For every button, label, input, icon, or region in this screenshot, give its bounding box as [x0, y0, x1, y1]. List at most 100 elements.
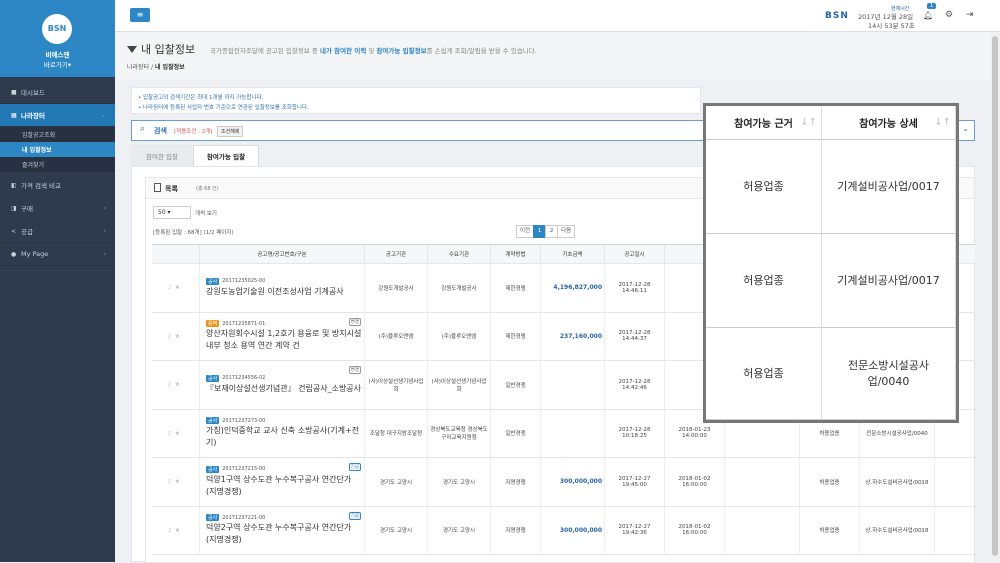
- table-row[interactable]: ♪★ 공사 20171237221-00 긴급덕양2구역 상수도관 누수복구공사 연간…: [152, 506, 975, 555]
- bid-meta: 공사 20171237273-00: [206, 417, 266, 425]
- close-datetime: 2018-01-02 16:00:00: [665, 506, 725, 554]
- bid-title[interactable]: 가칭)인덕중학교 교사 신축 소방공사(기계+전기): [206, 425, 362, 449]
- bid-title-cell[interactable]: 공사 20171237221-00 긴급덕양2구역 상수도관 누수복구공사 연간단가…: [200, 506, 365, 554]
- search-reset-button[interactable]: 조건해제: [217, 126, 244, 137]
- column-header[interactable]: 공고기관: [365, 245, 428, 263]
- eligibility-detail: 상.하수도설비공사업/0018: [860, 506, 935, 554]
- bell-icon[interactable]: ♪: [168, 478, 175, 485]
- star-icon[interactable]: ★: [175, 381, 183, 388]
- page-scrollbar[interactable]: [990, 32, 1000, 562]
- sidebar-item-label: My Page: [21, 250, 49, 258]
- sidebar-subitem-favorites[interactable]: 즐겨찾기: [0, 157, 115, 172]
- issuing-org: (사)이상설선생기념사업회: [365, 361, 428, 409]
- column-header[interactable]: 공고명/공고번호/구분: [200, 245, 365, 263]
- bid-title[interactable]: 강원도농업기술원 이전조성사업 기계공사: [206, 286, 344, 298]
- breadcrumb-root[interactable]: 나라장터: [127, 64, 149, 71]
- bid-meta: 공사 20171234556-02: [206, 374, 265, 382]
- bid-title-cell[interactable]: 공사 20171237273-00 가칭)인덕중학교 교사 신축 소방공사(기계+전…: [200, 409, 365, 457]
- bid-status-badge: 긴급: [348, 511, 361, 520]
- star-icon[interactable]: ★: [175, 527, 183, 534]
- bell-icon[interactable]: ♪: [168, 430, 175, 437]
- star-icon[interactable]: ★: [175, 333, 183, 340]
- star-icon[interactable]: ★: [175, 430, 183, 437]
- menu-toggle-button[interactable]: ≡: [130, 8, 150, 22]
- sidebar-item-label: 구매: [21, 205, 33, 213]
- bid-title[interactable]: 덕양2구역 상수도관 누수복구공사 연간단가 (지명경쟁): [206, 522, 362, 546]
- star-icon[interactable]: ★: [175, 284, 183, 291]
- sidebar-item-label: 공급: [21, 228, 33, 236]
- sidebar-item-supply[interactable]: < 공급 ‹: [0, 220, 115, 243]
- sidebar-item-purchase[interactable]: ◨ 구매 ‹: [0, 197, 115, 220]
- issuing-org: 경기도 고양시: [365, 458, 428, 506]
- base-amount: [541, 409, 605, 457]
- demand-org: 경상북도교육청 경상북도구미교육지원청: [428, 409, 491, 457]
- bid-title-cell[interactable]: 공사 20171235025-00 강원도농업기술원 이전조성사업 기계공사: [200, 264, 365, 312]
- sidebar-subitem-my-bids[interactable]: 내 입찰정보: [0, 142, 115, 157]
- row-actions: ♪★: [152, 506, 200, 554]
- close-datetime: 2018-01-02 16:00:00: [665, 458, 725, 506]
- overlay-cell-detail: 기계설비공사업/0017: [822, 140, 956, 234]
- filter-icon: [127, 45, 137, 53]
- bid-title-cell[interactable]: 용역 20171235871-01 변경 양산자원회수시설 1,2호기 용융로 및 방…: [200, 312, 365, 360]
- column-header[interactable]: 공고일시: [605, 245, 665, 263]
- per-page-select[interactable]: 50 ▾: [153, 206, 191, 219]
- page-description: 국가종합전자조달에 공고된 입찰정보 중 내가 참여한 이력 및 참여가능 입찰…: [210, 47, 537, 55]
- scrollbar-thumb[interactable]: [992, 36, 998, 556]
- column-header[interactable]: 수요기관: [428, 245, 491, 263]
- bid-title-cell[interactable]: 공사 20171234556-02 변경 『보재이상설선생기념관』 건립공사_소방공사: [200, 361, 365, 409]
- logout-icon[interactable]: ⇥: [966, 10, 974, 20]
- demand-org: (사)이상설선생기념사업회: [428, 361, 491, 409]
- pager-prev[interactable]: 이전: [516, 225, 535, 238]
- bid-meta: 용역 20171235871-01: [206, 320, 265, 328]
- document-icon: [154, 183, 161, 192]
- issuing-org: 경기도 고양시: [365, 506, 428, 554]
- table-row[interactable]: ♪★ 공사 20171237215-00 긴급 덕양1구역 상수도관 누수복구공사 연간…: [152, 458, 975, 507]
- sidebar-item-dashboard[interactable]: ■ 대시보드: [0, 81, 115, 104]
- star-icon[interactable]: ★: [175, 478, 183, 485]
- current-clock: 14시 53분 57초: [868, 22, 915, 30]
- notification-badge: 1: [927, 3, 937, 9]
- map-marker-icon: ●: [11, 250, 17, 258]
- row-actions: ♪★: [152, 264, 200, 312]
- sidebar-item-label: 나라장터: [21, 112, 45, 120]
- sidebar-item-narajangteo[interactable]: ▦ 나라장터 ⌄: [0, 104, 115, 127]
- contract-method: 지명경쟁: [491, 458, 541, 506]
- bid-meta: 공사 20171237221-00: [206, 514, 265, 522]
- brand-shortcut-dropdown[interactable]: 바로가기▾: [0, 59, 115, 69]
- sidebar-subitem-bid-search[interactable]: 입찰공고조회: [0, 127, 115, 142]
- bell-icon[interactable]: 🔔︎: [923, 11, 933, 20]
- bid-type-tag: 공사: [206, 277, 220, 285]
- pager-next[interactable]: 다음: [557, 225, 576, 238]
- bid-number: 20171237273-00: [222, 417, 266, 424]
- tab-participated-bids[interactable]: 참여한 입찰: [131, 145, 193, 166]
- bid-title[interactable]: 『보재이상설선생기념관』 건립공사_소방공사: [206, 383, 361, 395]
- list-count: (총 68 건): [196, 186, 219, 192]
- overlay-header-detail[interactable]: 참여가능 상세 ↓↑: [822, 106, 956, 140]
- cart-icon: ◨: [11, 204, 17, 212]
- bell-icon[interactable]: ♪: [168, 284, 175, 291]
- eligibility-basis: 허용업종: [800, 458, 860, 506]
- bell-icon[interactable]: ♪: [168, 381, 175, 388]
- sidebar-item-price-compare[interactable]: ◧ 가격 검색 비교: [0, 174, 115, 197]
- bid-title[interactable]: 덕양1구역 상수도관 누수복구공사 연간단가 (지명경쟁): [206, 474, 362, 498]
- bid-title-cell[interactable]: 공사 20171237215-00 긴급 덕양1구역 상수도관 누수복구공사 연간단가…: [200, 458, 365, 506]
- overlay-header-basis[interactable]: 참여가능 근거 ↓↑: [706, 106, 822, 140]
- demand-org: 경기도 고양시: [428, 506, 491, 554]
- sort-icon[interactable]: ↓↑: [934, 117, 951, 128]
- bell-icon[interactable]: ♪: [168, 333, 175, 340]
- issuing-org: 조달청 대구지방조달청: [365, 409, 428, 457]
- column-header[interactable]: 기초금액: [541, 245, 605, 263]
- sort-icon[interactable]: ↓↑: [800, 117, 817, 128]
- chevron-down-icon[interactable]: ⌄: [962, 124, 969, 133]
- column-header: [152, 245, 200, 263]
- gear-icon[interactable]: ⚙: [945, 10, 953, 20]
- sidebar-item-mypage[interactable]: ● My Page ‹: [0, 243, 115, 266]
- brand-logo[interactable]: BSN: [42, 14, 72, 44]
- chevron-left-icon: ‹: [103, 204, 106, 212]
- tab-available-bids[interactable]: 참여가능 입찰: [193, 145, 259, 166]
- bell-icon[interactable]: ♪: [168, 527, 175, 534]
- notice-line: • 나라장터에 등록된 사업자 번호 기준으로 연관된 입찰정보를 조회합니다.: [138, 105, 309, 111]
- column-header[interactable]: 계약방법: [491, 245, 541, 263]
- bid-number: 20171235025-00: [222, 278, 266, 285]
- bid-title[interactable]: 양산자원회수시설 1,2호기 용융로 및 방지시설 내부 청소 용역 연간 계약…: [206, 328, 362, 352]
